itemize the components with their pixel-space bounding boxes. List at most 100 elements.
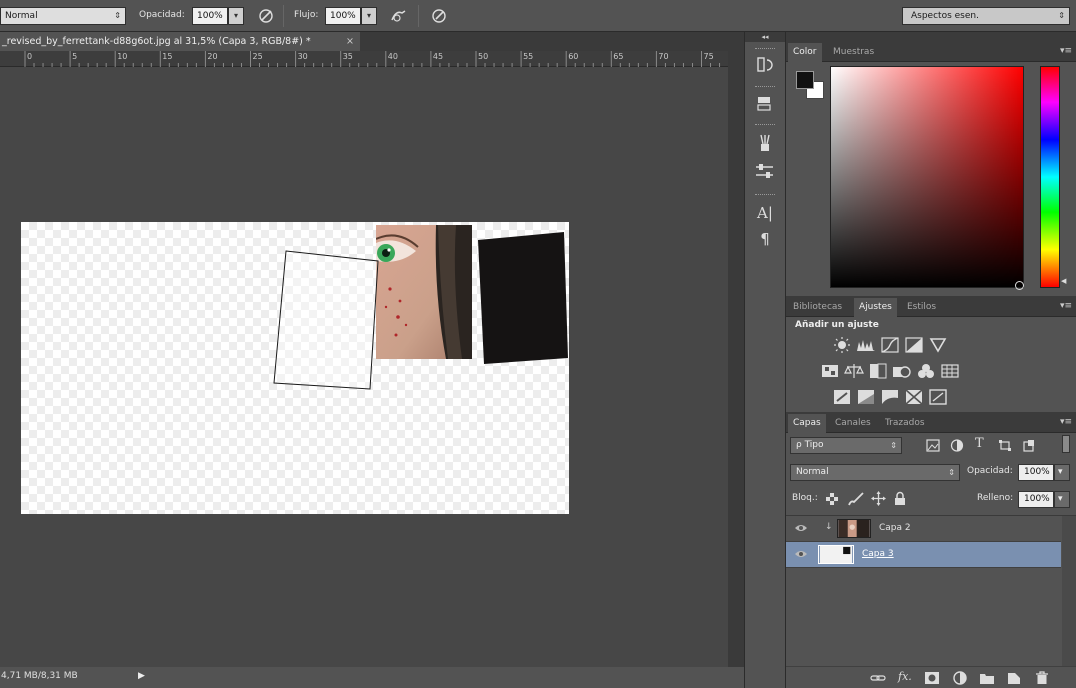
mode-dropdown[interactable]: Normal ⇕ <box>0 7 126 25</box>
ruler-tick-label: 25 <box>252 52 263 61</box>
brush-settings-icon[interactable] <box>753 160 777 182</box>
history-icon[interactable] <box>753 54 777 76</box>
layer-row-capa-2[interactable]: ↓ Capa 2 <box>786 516 1061 542</box>
pressure-opacity-icon[interactable] <box>256 6 276 26</box>
delete-layer-icon[interactable] <box>1034 670 1050 686</box>
curves-icon[interactable] <box>880 336 900 354</box>
tab-paths[interactable]: Trazados <box>880 414 930 433</box>
layer-name[interactable]: Capa 3 <box>862 549 894 559</box>
layer-opacity-input[interactable]: 100% <box>1018 464 1054 481</box>
tab-color[interactable]: Color <box>788 43 822 62</box>
hue-slider[interactable] <box>1040 66 1060 288</box>
lock-position-icon[interactable] <box>871 491 886 506</box>
filter-smart-object-icon[interactable] <box>1022 439 1036 452</box>
grip-handle[interactable] <box>755 86 775 89</box>
close-icon[interactable]: × <box>346 32 354 51</box>
grip-handle[interactable] <box>755 48 775 51</box>
filter-adjustment-icon[interactable] <box>950 439 964 452</box>
vibrance-icon[interactable] <box>928 336 948 354</box>
airbrush-icon[interactable] <box>389 6 409 26</box>
filter-type-icon[interactable]: T <box>975 436 984 451</box>
fx-layer-style-icon[interactable]: fx. <box>898 670 912 683</box>
channel-mixer-icon[interactable] <box>916 362 936 380</box>
link-layers-icon[interactable] <box>870 670 886 686</box>
pressure-size-icon[interactable] <box>429 6 449 26</box>
tab-libraries[interactable]: Bibliotecas <box>788 298 847 317</box>
invert-icon[interactable] <box>832 388 852 406</box>
new-group-icon[interactable] <box>979 670 995 686</box>
panel-menu-icon[interactable]: ▾≡ <box>1060 46 1072 56</box>
visibility-eye-icon[interactable] <box>795 549 807 559</box>
filter-pixel-icon[interactable] <box>926 439 940 452</box>
layers-scrollbar[interactable] <box>1062 516 1076 668</box>
panel-menu-icon[interactable]: ▾≡ <box>1060 301 1072 311</box>
transform-bounding-box[interactable] <box>270 247 382 393</box>
document-tab[interactable]: _revised_by_ferrettank-d88g6ot.jpg al 31… <box>0 32 360 51</box>
adjustments-heading: Añadir un ajuste <box>795 320 879 330</box>
color-picker-cursor[interactable] <box>1015 281 1024 290</box>
add-mask-icon[interactable] <box>924 670 940 686</box>
layer-comps-icon[interactable] <box>753 92 777 114</box>
opacity-input[interactable]: 100% <box>192 7 228 25</box>
tab-styles[interactable]: Estilos <box>902 298 941 317</box>
hue-saturation-icon[interactable] <box>820 362 840 380</box>
visibility-eye-icon[interactable] <box>795 523 807 533</box>
blend-mode-dropdown[interactable]: Normal ⇕ <box>790 464 960 481</box>
paragraph-icon[interactable]: ¶ <box>753 228 777 250</box>
filter-shape-icon[interactable] <box>998 439 1012 452</box>
brightness-icon[interactable] <box>832 336 852 354</box>
layer-thumbnail-capa-2 <box>837 519 871 538</box>
workspace-dropdown[interactable]: Aspectos esen. ⇕ <box>902 7 1070 25</box>
black-white-icon[interactable] <box>868 362 888 380</box>
layers-panel: Capas Canales Trazados ▾≡ ρ Tipo ⇕ T Nor… <box>786 414 1076 688</box>
panel-menu-icon[interactable]: ▾≡ <box>1060 417 1072 427</box>
exposure-icon[interactable] <box>904 336 924 354</box>
flow-dropdown-button[interactable]: ▾ <box>361 7 377 25</box>
layer-opacity-dropdown-button[interactable]: ▾ <box>1054 464 1070 481</box>
ruler-tick-label: 40 <box>387 52 398 61</box>
posterize-icon[interactable] <box>856 388 876 406</box>
selective-color-icon[interactable] <box>928 388 948 406</box>
levels-icon[interactable] <box>856 336 876 354</box>
tab-layers[interactable]: Capas <box>788 414 826 433</box>
photo-filter-icon[interactable] <box>892 362 912 380</box>
layer-filter-dropdown[interactable]: ρ Tipo ⇕ <box>790 437 902 454</box>
fill-input[interactable]: 100% <box>1018 491 1054 508</box>
status-menu-arrow-icon[interactable]: ▶ <box>138 667 145 685</box>
ruler-tick-label: 50 <box>478 52 489 61</box>
color-panel: Color Muestras ▾≡ ◀ <box>786 43 1076 296</box>
filter-toggle-switch[interactable] <box>1062 435 1070 453</box>
color-balance-icon[interactable] <box>844 362 864 380</box>
color-lookup-icon[interactable] <box>940 362 960 380</box>
brush-presets-icon[interactable] <box>753 132 777 154</box>
threshold-icon[interactable] <box>880 388 900 406</box>
layer-opacity-value: 100% <box>1024 467 1050 477</box>
collapse-icon[interactable]: ◂◂ <box>745 32 785 42</box>
lock-all-icon[interactable] <box>894 491 906 506</box>
dropdown-arrow-icon: ⇕ <box>1058 11 1065 20</box>
panel-dock-icons: ◂◂ A| ¶ <box>744 32 786 688</box>
grip-handle[interactable] <box>755 124 775 127</box>
lock-image-pixels-icon[interactable] <box>848 491 864 506</box>
layer-filter-value: ρ Tipo <box>796 440 824 450</box>
hue-slider-handle-icon[interactable]: ◀ <box>1061 277 1066 285</box>
new-adjustment-layer-icon[interactable] <box>952 670 968 686</box>
vertical-scrollbar[interactable] <box>728 51 744 667</box>
fill-dropdown-button[interactable]: ▾ <box>1054 491 1070 508</box>
horizontal-ruler[interactable]: 0 5 10 15 20 25 30 35 40 45 50 55 60 65 70 75 <box>0 51 728 67</box>
color-field[interactable] <box>830 66 1024 290</box>
tab-adjustments[interactable]: Ajustes <box>854 298 897 317</box>
new-layer-icon[interactable] <box>1006 670 1022 686</box>
grip-handle[interactable] <box>755 194 775 197</box>
tab-channels[interactable]: Canales <box>830 414 876 433</box>
mode-value: Normal <box>5 11 38 21</box>
flow-input[interactable]: 100% <box>325 7 361 25</box>
character-icon[interactable]: A| <box>753 202 777 224</box>
foreground-color-swatch[interactable] <box>796 71 814 89</box>
opacity-dropdown-button[interactable]: ▾ <box>228 7 244 25</box>
gradient-map-icon[interactable] <box>904 388 924 406</box>
tab-swatches[interactable]: Muestras <box>828 43 879 62</box>
layer-row-capa-3[interactable]: Capa 3 <box>786 542 1061 568</box>
lock-transparent-icon[interactable] <box>826 493 838 505</box>
canvas-area[interactable] <box>0 67 728 667</box>
